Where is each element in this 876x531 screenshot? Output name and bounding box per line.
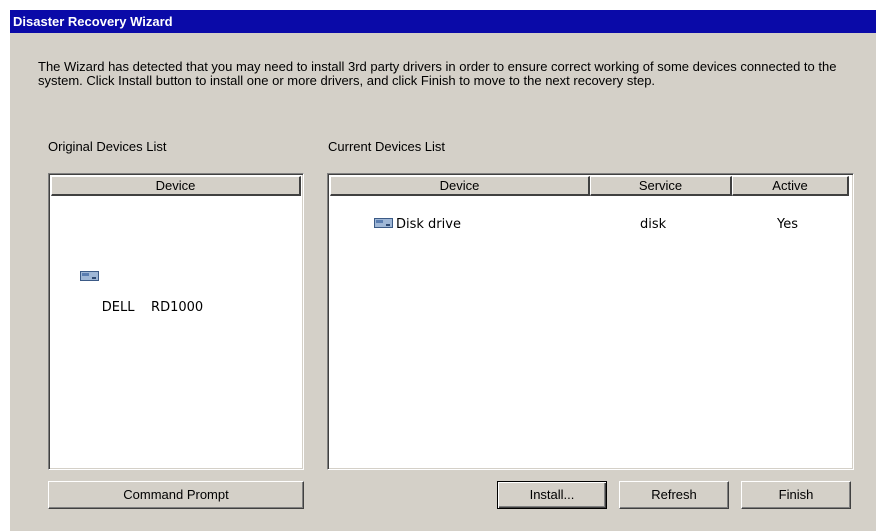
refresh-button[interactable]: Refresh: [619, 481, 729, 509]
title-bar: Disaster Recovery Wizard: [10, 10, 876, 33]
current-row-device: Disk drive: [396, 217, 461, 232]
current-column-device[interactable]: Device: [330, 176, 590, 196]
original-devices-listbox[interactable]: Device DELL RD1000: [48, 173, 304, 470]
command-prompt-button[interactable]: Command Prompt: [48, 481, 304, 509]
table-row[interactable]: Disk drive: [374, 216, 461, 234]
original-row-device: DELL RD1000: [101, 300, 204, 315]
disk-drive-icon: [374, 217, 393, 229]
current-row-active: Yes: [777, 217, 798, 232]
original-devices-label: Original Devices List: [48, 139, 167, 154]
finish-button[interactable]: Finish: [741, 481, 851, 509]
current-devices-label: Current Devices List: [328, 139, 446, 154]
intro-text: The Wizard has detected that you may nee…: [38, 59, 837, 88]
disk-drive-icon: [79, 234, 99, 281]
current-devices-listbox[interactable]: Device Service Active Disk drive disk Ye…: [327, 173, 854, 470]
list-item[interactable]: DELL RD1000: [55, 216, 203, 315]
current-row-service: disk: [640, 217, 667, 232]
current-column-active[interactable]: Active: [732, 176, 849, 196]
current-column-service[interactable]: Service: [590, 176, 732, 196]
original-column-device[interactable]: Device: [51, 176, 301, 196]
wizard-window: Disaster Recovery Wizard The Wizard has …: [9, 9, 876, 531]
install-button[interactable]: Install...: [497, 481, 607, 509]
